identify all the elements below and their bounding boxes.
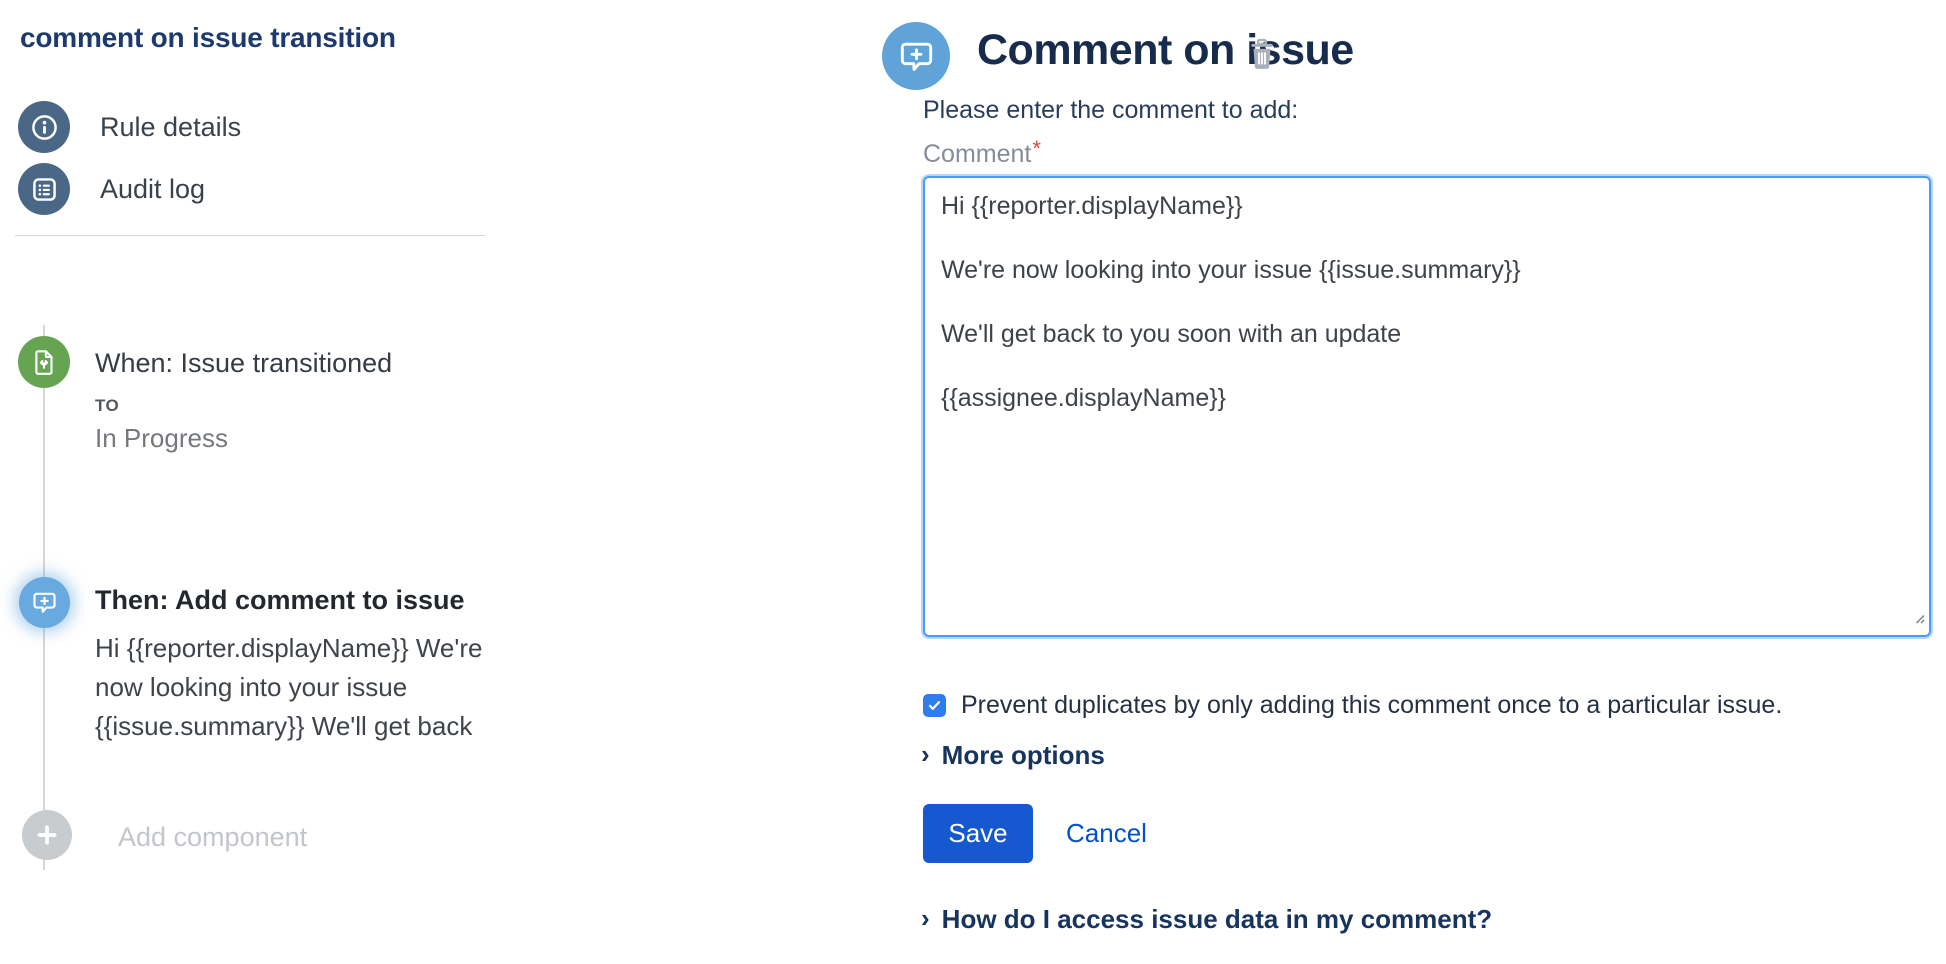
comment-textarea[interactable]: Hi {{reporter.displayName}} We're now lo… xyxy=(923,176,1931,637)
sidebar-item-label: Rule details xyxy=(100,112,241,143)
page-title: Comment on issue xyxy=(977,26,1354,75)
resize-handle-icon[interactable] xyxy=(1910,609,1925,629)
issue-transitioned-icon xyxy=(18,336,70,388)
chevron-right-icon: › xyxy=(921,741,930,767)
trigger-title: When: Issue transitioned xyxy=(95,348,490,379)
comment-bubble-plus-icon xyxy=(19,577,70,628)
comment-prompt-text: Please enter the comment to add: xyxy=(923,96,1298,125)
comment-label-text: Comment xyxy=(923,140,1031,168)
chevron-right-icon: › xyxy=(921,905,930,931)
trigger-connector-label: TO xyxy=(95,396,490,416)
rule-name-title: comment on issue transition xyxy=(20,22,396,54)
audit-log-icon xyxy=(18,163,70,215)
action-title: Then: Add comment to issue xyxy=(95,585,500,616)
help-link-label: How do I access issue data in my comment… xyxy=(942,904,1493,935)
save-button[interactable]: Save xyxy=(923,804,1033,863)
more-options-toggle[interactable]: › More options xyxy=(921,740,1105,771)
add-component-plus-icon[interactable] xyxy=(22,810,72,860)
sidebar-divider xyxy=(15,235,486,236)
delete-component-button[interactable] xyxy=(1247,38,1277,77)
cancel-button[interactable]: Cancel xyxy=(1066,804,1147,863)
prevent-duplicates-row: Prevent duplicates by only adding this c… xyxy=(923,691,1782,720)
sidebar-item-label: Audit log xyxy=(100,174,205,205)
sidebar-item-audit-log[interactable]: Audit log xyxy=(18,163,205,215)
sidebar-item-rule-details[interactable]: Rule details xyxy=(18,101,241,153)
trash-icon xyxy=(1247,38,1277,72)
trigger-component[interactable]: When: Issue transitioned TO In Progress xyxy=(95,348,490,454)
prevent-duplicates-label[interactable]: Prevent duplicates by only adding this c… xyxy=(961,691,1782,720)
comment-on-issue-icon xyxy=(882,22,950,90)
info-icon xyxy=(18,101,70,153)
trigger-value: In Progress xyxy=(95,423,490,454)
more-options-label: More options xyxy=(942,740,1105,771)
comment-field-label: Comment* xyxy=(923,136,1041,169)
comment-field-wrapper: Hi {{reporter.displayName}} We're now lo… xyxy=(923,176,1931,637)
required-asterisk: * xyxy=(1032,136,1041,161)
action-excerpt: Hi {{reporter.displayName}} We're now lo… xyxy=(95,629,500,749)
add-component-button[interactable]: Add component xyxy=(118,822,307,853)
action-component[interactable]: Then: Add comment to issue Hi {{reporter… xyxy=(95,585,500,749)
prevent-duplicates-checkbox[interactable] xyxy=(923,694,946,717)
help-disclosure[interactable]: › How do I access issue data in my comme… xyxy=(921,904,1492,935)
checkmark-icon xyxy=(927,698,942,713)
